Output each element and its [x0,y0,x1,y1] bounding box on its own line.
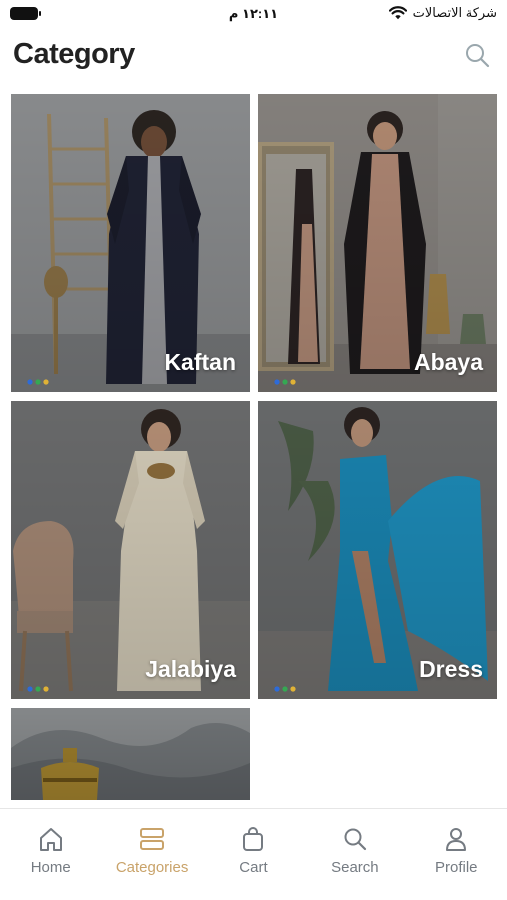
category-card-kaftan[interactable]: Kaftan [11,94,250,392]
status-bar: ١٢:١١ م شركة الاتصالات [0,0,507,30]
tab-profile[interactable]: Profile [406,809,507,900]
category-grid: Kaftan Abaya Jalabiya Dress [11,94,497,800]
category-label: Jalabiya [145,656,236,682]
tab-label: Categories [115,859,189,876]
tab-label: Home [30,859,71,876]
card-shade [11,401,250,699]
tab-label: Search [331,859,379,876]
tab-label: Profile [434,859,478,876]
cart-icon [243,827,264,851]
category-card-jalabiya[interactable]: Jalabiya [11,401,250,699]
tab-cart[interactable]: Cart [203,809,304,900]
profile-icon [446,828,467,851]
carrier-name: شركة الاتصالات [412,5,497,20]
card-shade [258,94,497,392]
card-shade [11,708,250,800]
card-shade [258,401,497,699]
brand-dots-icon [27,686,49,692]
brand-dots-icon [27,379,49,385]
category-card-fragrance[interactable] [11,708,250,800]
tab-categories[interactable]: Categories [101,809,202,900]
search-icon [344,828,366,851]
search-icon[interactable] [463,41,491,69]
categories-icon [140,828,165,850]
tab-label: Cart [239,859,268,876]
brand-dots-icon [274,686,296,692]
wifi-icon [388,6,407,20]
status-right: شركة الاتصالات [388,5,497,21]
category-label: Dress [419,656,483,682]
home-icon [39,828,62,851]
category-card-dress[interactable]: Dress [258,401,497,699]
page-title: Category [13,38,135,70]
category-label: Kaftan [164,349,236,375]
tab-home[interactable]: Home [0,809,101,900]
category-label: Abaya [413,349,483,375]
header: Category [0,34,507,80]
bottom-tab-bar: Home Categories Cart Search Profile [0,809,507,900]
card-shade [11,94,250,392]
brand-dots-icon [274,379,296,385]
tab-search[interactable]: Search [304,809,405,900]
category-card-abaya[interactable]: Abaya [258,94,497,392]
